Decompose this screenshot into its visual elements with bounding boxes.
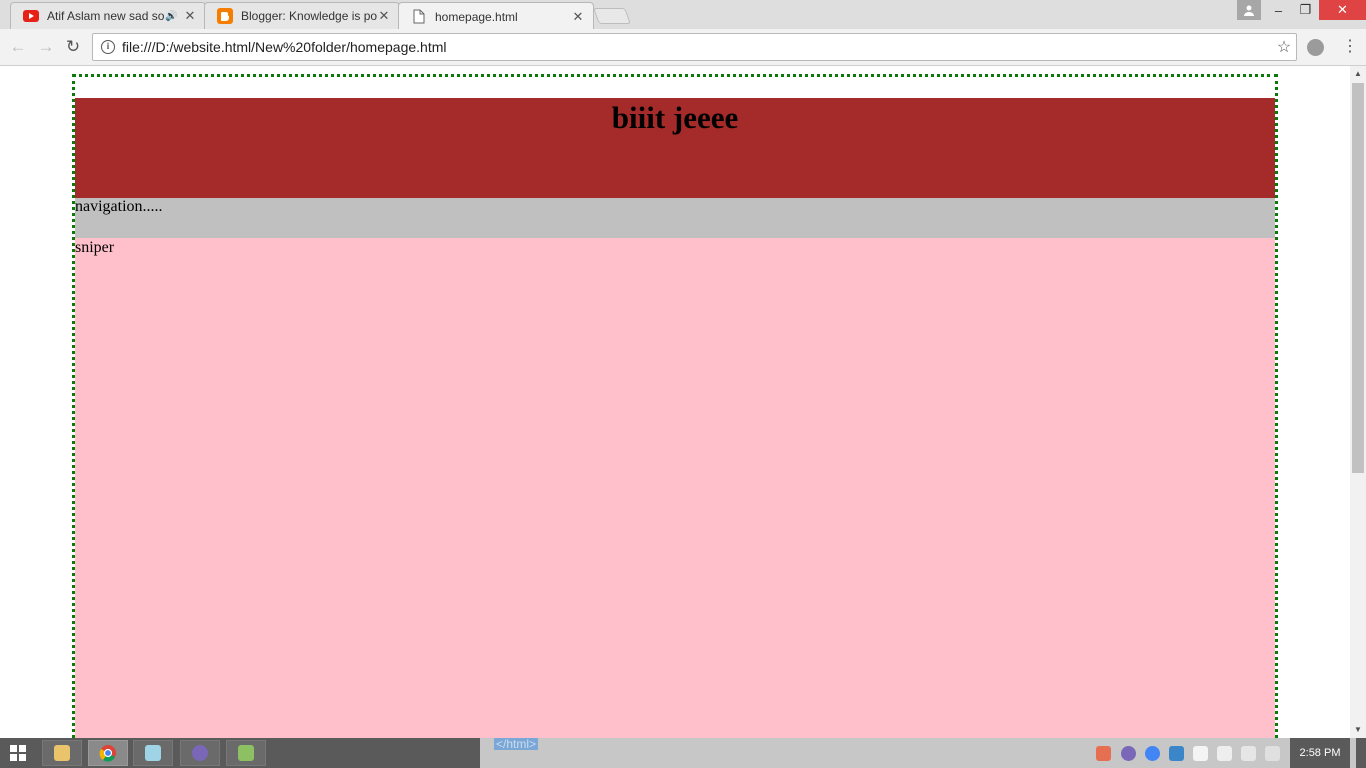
back-arrow-icon[interactable]: ←: [8, 37, 28, 57]
page-viewport: biiit jeeee navigation..... sniper: [0, 66, 1350, 738]
restore-icon[interactable]: ❐: [1292, 0, 1319, 20]
globe-icon[interactable]: [1307, 39, 1324, 56]
vertical-scrollbar[interactable]: ▲ ▼: [1350, 66, 1366, 738]
minimize-icon[interactable]: –: [1265, 0, 1292, 20]
browser-toolbar: ← → ↻ i file:///D:/website.html/New%20fo…: [0, 29, 1366, 66]
menu-kebab-icon[interactable]: ⋮: [1342, 37, 1358, 57]
tray-chrome-icon[interactable]: [1145, 746, 1160, 761]
browser-tab-strip: Atif Aslam new sad so 🔊 ✕ Blogger: Knowl…: [0, 0, 1366, 30]
tray-torrent-icon[interactable]: [1121, 746, 1136, 761]
profile-icon[interactable]: [1237, 0, 1261, 20]
navigation-text: navigation.....: [75, 198, 163, 215]
close-window-icon[interactable]: ✕: [1319, 0, 1366, 20]
taskbar-background: [480, 738, 1366, 768]
scroll-down-icon[interactable]: ▼: [1350, 722, 1366, 738]
url-text[interactable]: file:///D:/website.html/New%20folder/hom…: [122, 39, 1272, 55]
tab-homepage[interactable]: homepage.html ✕: [398, 2, 594, 30]
tab-blogger[interactable]: Blogger: Knowledge is po ✕: [204, 2, 400, 29]
bookmark-star-icon[interactable]: ☆: [1272, 37, 1296, 57]
close-tab-icon[interactable]: ✕: [571, 9, 585, 25]
notepad-icon: [145, 745, 161, 761]
close-tab-icon[interactable]: ✕: [183, 8, 197, 24]
content-area: sniper: [75, 238, 1275, 738]
address-bar[interactable]: i file:///D:/website.html/New%20folder/h…: [92, 33, 1297, 61]
torrent-icon: [192, 745, 208, 761]
forward-arrow-icon[interactable]: →: [36, 37, 56, 57]
taskbar-image-viewer[interactable]: [226, 740, 266, 766]
info-icon[interactable]: i: [101, 40, 115, 54]
taskbar-chrome[interactable]: [88, 740, 128, 766]
tab-title: Blogger: Knowledge is po: [241, 9, 377, 23]
reload-icon[interactable]: ↻: [63, 37, 83, 57]
new-tab-button[interactable]: [593, 8, 631, 24]
tray-keyboard-icon[interactable]: [1169, 746, 1184, 761]
tab-title: Atif Aslam new sad so: [47, 9, 165, 23]
taskbar-torrent[interactable]: [180, 740, 220, 766]
content-text: sniper: [75, 239, 115, 256]
windows-start-icon[interactable]: [10, 745, 26, 761]
close-tab-icon[interactable]: ✕: [377, 8, 391, 24]
taskbar-notepad[interactable]: [133, 740, 173, 766]
taskbar-clock[interactable]: 2:58 PM: [1290, 738, 1350, 768]
youtube-icon: [23, 8, 39, 24]
code-snippet-text: </html>: [494, 737, 539, 751]
tab-title: homepage.html: [435, 9, 518, 24]
taskbar-file-explorer[interactable]: [42, 740, 82, 766]
window-controls: – ❐ ✕: [1237, 0, 1366, 20]
windows-taskbar: </html> 2:58 PM: [0, 738, 1366, 768]
tray-network-icon[interactable]: [1241, 746, 1256, 761]
page-wrapper: biiit jeeee navigation..... sniper: [72, 74, 1278, 738]
tab-atif-aslam[interactable]: Atif Aslam new sad so 🔊 ✕: [10, 2, 206, 29]
audio-playing-icon[interactable]: 🔊: [165, 11, 179, 22]
show-desktop-button[interactable]: [1356, 738, 1366, 768]
document-icon: [411, 9, 427, 25]
folder-icon: [54, 745, 70, 761]
image-viewer-icon: [238, 745, 254, 761]
scroll-up-icon[interactable]: ▲: [1350, 66, 1366, 82]
chrome-icon: [99, 745, 116, 762]
tray-volume-icon[interactable]: [1265, 746, 1280, 761]
scrollbar-thumb[interactable]: [1352, 83, 1364, 473]
tray-antivirus-icon[interactable]: [1096, 746, 1111, 761]
tray-battery-icon[interactable]: [1217, 746, 1232, 761]
page-header: biiit jeeee: [75, 98, 1275, 198]
tray-flag-icon[interactable]: [1193, 746, 1208, 761]
page-title: biiit jeeee: [611, 100, 739, 135]
navigation-bar: navigation.....: [75, 198, 1275, 238]
blogger-icon: [217, 8, 233, 24]
